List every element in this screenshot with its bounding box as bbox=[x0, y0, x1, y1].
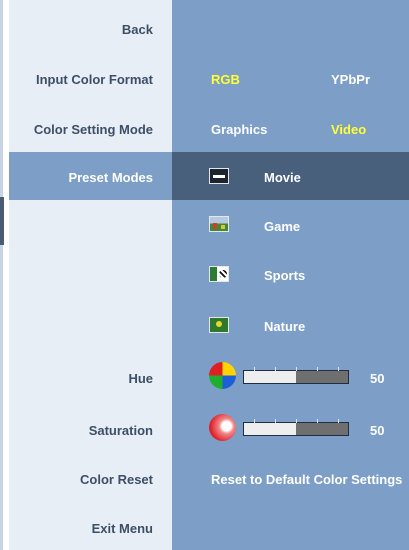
preset-game[interactable]: Game bbox=[264, 219, 300, 234]
hue-slider-tick bbox=[317, 367, 318, 371]
saturation-slider-fill bbox=[244, 423, 296, 435]
hue-slider-tick bbox=[254, 367, 255, 371]
nature-icon bbox=[209, 317, 229, 333]
saturation-slider-tick bbox=[275, 419, 276, 423]
saturation-slider-tick bbox=[338, 419, 339, 423]
menu-item-saturation[interactable]: Saturation bbox=[0, 423, 153, 438]
option-graphics[interactable]: Graphics bbox=[211, 122, 267, 137]
option-video[interactable]: Video bbox=[331, 122, 366, 137]
saturation-value: 50 bbox=[370, 423, 385, 438]
hue-slider-fill bbox=[244, 371, 296, 383]
edge-marker bbox=[0, 197, 4, 245]
saturation-ball-icon bbox=[209, 414, 236, 441]
movie-icon bbox=[209, 168, 229, 184]
hue-slider[interactable] bbox=[243, 367, 349, 384]
saturation-slider[interactable] bbox=[243, 419, 349, 436]
menu-item-input-color-format[interactable]: Input Color Format bbox=[0, 72, 153, 87]
hue-slider-tick bbox=[275, 367, 276, 371]
preset-movie[interactable]: Movie bbox=[264, 170, 301, 185]
hue-value: 50 bbox=[370, 371, 385, 386]
preset-sports[interactable]: Sports bbox=[264, 268, 305, 283]
option-rgb[interactable]: RGB bbox=[211, 72, 240, 87]
saturation-slider-tick bbox=[254, 419, 255, 423]
menu-item-color-setting-mode[interactable]: Color Setting Mode bbox=[0, 122, 153, 137]
hue-color-wheel-icon bbox=[209, 362, 236, 389]
menu-item-preset-modes[interactable]: Preset Modes bbox=[0, 170, 153, 185]
menu-item-color-reset[interactable]: Color Reset bbox=[0, 472, 153, 487]
reset-color-settings-option[interactable]: Reset to Default Color Settings bbox=[211, 472, 402, 487]
option-ypbpr[interactable]: YPbPr bbox=[331, 72, 370, 87]
menu-item-back[interactable]: Back bbox=[0, 22, 153, 37]
hue-slider-tick bbox=[338, 367, 339, 371]
game-icon bbox=[209, 216, 229, 232]
menu-item-hue[interactable]: Hue bbox=[0, 371, 153, 386]
saturation-slider-tick bbox=[296, 419, 297, 423]
saturation-slider-tick bbox=[317, 419, 318, 423]
sports-icon bbox=[209, 266, 229, 282]
menu-item-exit-menu[interactable]: Exit Menu bbox=[0, 521, 153, 536]
hue-slider-tick bbox=[296, 367, 297, 371]
preset-nature[interactable]: Nature bbox=[264, 319, 305, 334]
